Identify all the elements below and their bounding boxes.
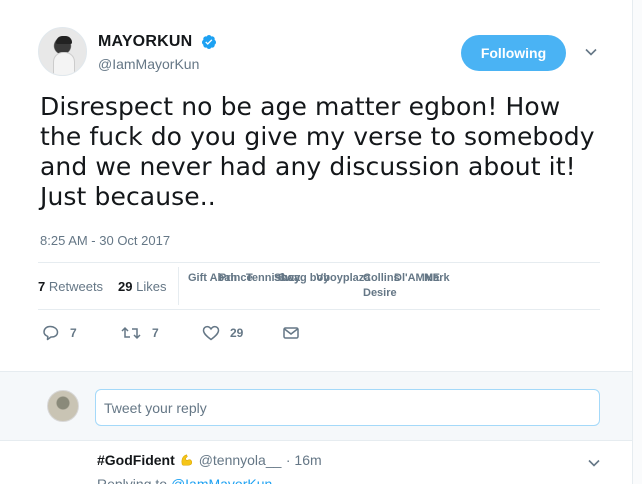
retweets-count: 7	[38, 279, 46, 294]
like-count: 29	[230, 326, 244, 340]
author-handle[interactable]: @IamMayorKun	[98, 56, 217, 72]
tweet-stats: 7 Retweets 29 Likes Gift Abah Prince Ten…	[38, 262, 600, 310]
tweet-actions: 7 7 29	[40, 322, 340, 344]
tweet-text: Disrespect no be age matter egbon! How t…	[40, 92, 595, 211]
reply-author-handle[interactable]: @tennyola__	[199, 452, 282, 468]
reply-composer	[0, 371, 632, 441]
retweet-count: 7	[152, 326, 159, 340]
flexed-biceps-icon	[181, 454, 193, 466]
likes-stat[interactable]: 29 Likes	[118, 279, 166, 294]
scrollbar-track[interactable]	[632, 0, 642, 484]
verified-badge-icon	[201, 35, 216, 49]
direct-message-button[interactable]	[282, 322, 310, 344]
replying-to-handle[interactable]: @IamMayorKun	[171, 476, 272, 484]
author-name-block[interactable]: MAYORKUN @IamMayorKun	[98, 33, 217, 72]
tweet-reply-input[interactable]	[95, 389, 600, 426]
heart-icon	[202, 325, 220, 341]
likes-label: Likes	[136, 279, 167, 294]
author-avatar[interactable]	[38, 27, 87, 76]
chevron-down-icon[interactable]	[587, 456, 601, 470]
likes-count: 29	[118, 279, 133, 294]
stats-divider	[178, 267, 179, 305]
tweet-timestamp[interactable]: 8:25 AM - 30 Oct 2017	[40, 233, 170, 248]
following-button[interactable]: Following	[461, 35, 566, 71]
tweet-header: MAYORKUN @IamMayorKun Following	[38, 27, 613, 79]
like-button[interactable]: 29	[202, 322, 243, 344]
reply-icon	[43, 325, 59, 341]
reply-time[interactable]: · 16m	[286, 452, 322, 468]
chevron-down-icon[interactable]	[584, 45, 598, 59]
avatar-cap-shape	[56, 36, 72, 44]
avatar-body-shape	[53, 52, 75, 75]
retweet-button[interactable]: 7	[120, 322, 159, 344]
reply-count: 7	[70, 326, 77, 340]
author-display-name[interactable]: MAYORKUN	[98, 33, 192, 51]
liker-name[interactable]: Mark	[424, 272, 450, 284]
retweets-label: Retweets	[48, 279, 104, 294]
replying-to-label: Replying to	[97, 476, 168, 484]
reply-tweet[interactable]: #GodFident @tennyola__ · 16m Replying to…	[97, 452, 607, 484]
liker-name[interactable]: Desire	[363, 287, 397, 299]
reply-button[interactable]: 7	[42, 322, 77, 344]
envelope-icon	[283, 327, 299, 339]
current-user-avatar	[47, 390, 79, 422]
retweet-icon	[121, 326, 141, 340]
retweets-stat[interactable]: 7 Retweets	[38, 279, 103, 294]
reply-author-name[interactable]: #GodFident	[97, 452, 175, 468]
replying-to: Replying to @IamMayorKun	[97, 476, 607, 484]
